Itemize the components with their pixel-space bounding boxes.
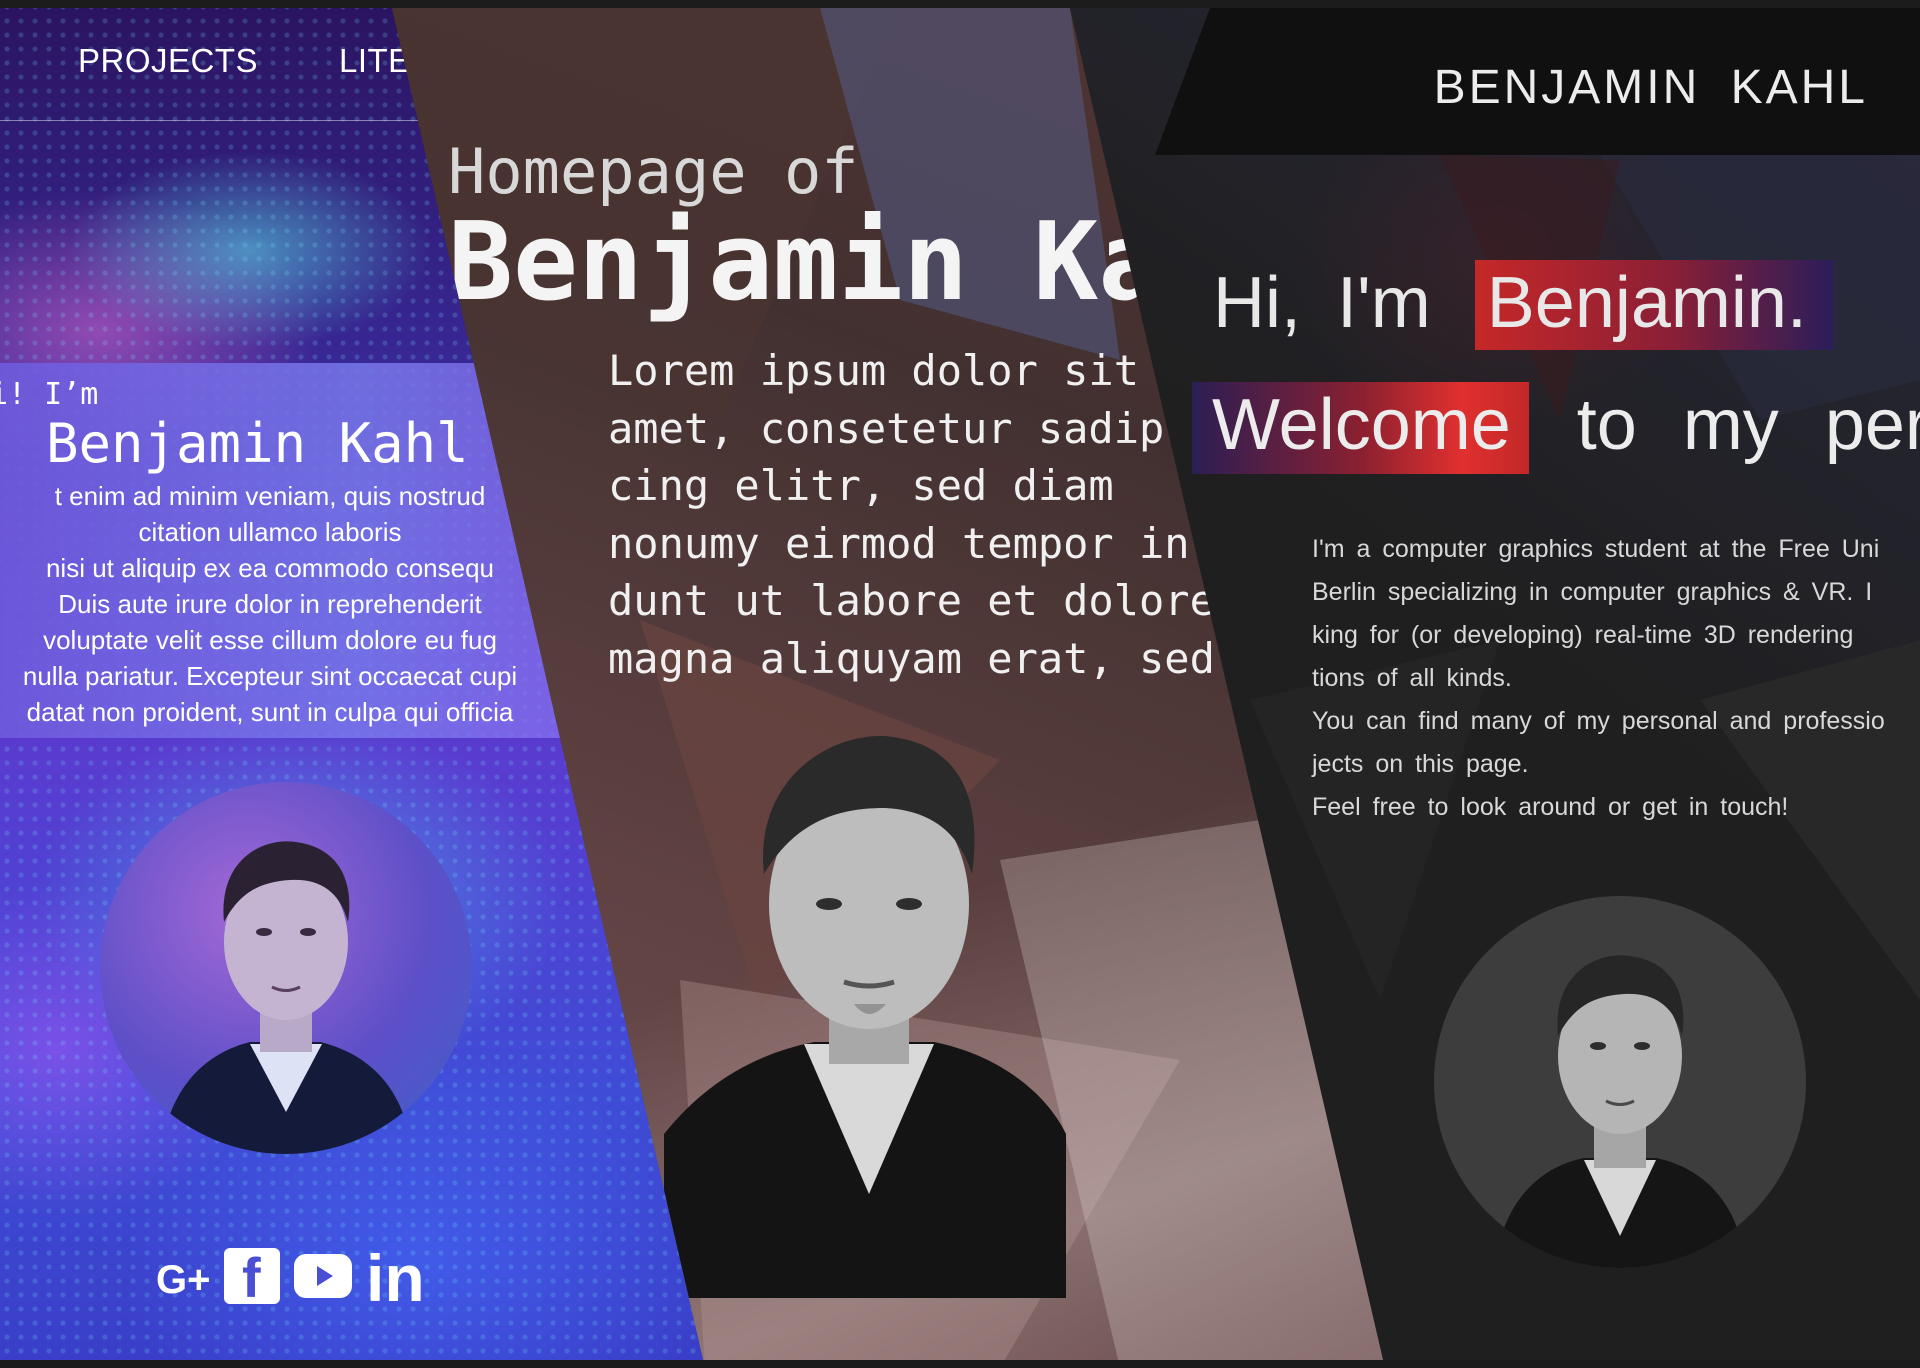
intro-line: datat non proident, sunt in culpa qui of…	[26, 697, 514, 727]
avatar	[100, 782, 472, 1154]
welcome-highlight: Welcome	[1192, 382, 1529, 474]
text-line: cing elitr, sed diam	[608, 461, 1114, 510]
top-border-overlay	[0, 0, 1920, 8]
text-line: amet, consetetur sadip.	[608, 403, 1190, 453]
about-text: I'm a computer graphics student at the F…	[1312, 528, 1920, 829]
about-line: king for (or developing) real-time 3D re…	[1312, 621, 1854, 649]
about-line: Feel free to look around or get in touch…	[1312, 793, 1789, 821]
about-line: You can find many of my personal and pro…	[1312, 707, 1885, 735]
welcome-text: to my pers	[1576, 385, 1920, 465]
heading-name: Benjamin Ka	[448, 200, 1164, 325]
blue-navbar: PROJECTS LITE	[0, 0, 420, 121]
facebook-label: f	[242, 1246, 261, 1309]
text-line: nonumy eirmod tempor in	[608, 518, 1190, 568]
facebook-icon[interactable]: f	[224, 1246, 280, 1309]
greeting: i! I’m	[0, 377, 99, 412]
google-plus-label: G+	[156, 1258, 211, 1302]
bottom-border	[0, 1360, 1920, 1368]
youtube-icon[interactable]	[294, 1254, 352, 1302]
text-line: dunt ut labore et dolore	[608, 576, 1215, 625]
portrait-photo	[1494, 955, 1746, 1268]
portrait-photo	[664, 735, 1066, 1298]
intro-line: nisi ut aliquip ex ea commodo consequ	[45, 553, 495, 583]
heading-name: Benjamin Kahl	[46, 412, 469, 475]
google-plus-icon[interactable]: G+	[156, 1258, 210, 1303]
text-line: magna aliquyam erat, sed	[608, 633, 1215, 683]
hero-greeting: Hi, I'm Benjamin.	[1213, 260, 1833, 350]
linkedin-icon[interactable]: in	[366, 1240, 425, 1316]
name-highlight: Benjamin.	[1474, 260, 1833, 350]
hero-welcome: Welcome to my pers	[1192, 382, 1920, 474]
nav-literature[interactable]: LITE	[339, 42, 411, 80]
intro-line: nulla pariatur. Excepteur sint occaecat …	[22, 661, 518, 691]
greeting-text: Hi, I'm	[1213, 263, 1431, 343]
intro-line: voluptate velit esse cillum dolore eu fu…	[43, 625, 497, 655]
avatar	[1434, 896, 1806, 1268]
about-line: I'm a computer graphics student at the F…	[1312, 535, 1880, 563]
lorem-text: Lorem ipsum dolor sit amet, consetetur s…	[608, 342, 1248, 687]
intro-line: Duis aute irure dolor in reprehenderit	[58, 589, 482, 619]
nav-projects[interactable]: PROJECTS	[78, 42, 258, 80]
about-line: Berlin specializing in computer graphics…	[1312, 578, 1873, 606]
brand-title[interactable]: BENJAMIN KAHL	[1434, 60, 1868, 115]
about-line: jects on this page.	[1312, 750, 1529, 778]
about-line: tions of all kinds.	[1312, 664, 1512, 692]
portrait-photo	[160, 841, 412, 1154]
subtitle: Homepage of	[448, 135, 859, 208]
linkedin-label: in	[366, 1241, 425, 1315]
